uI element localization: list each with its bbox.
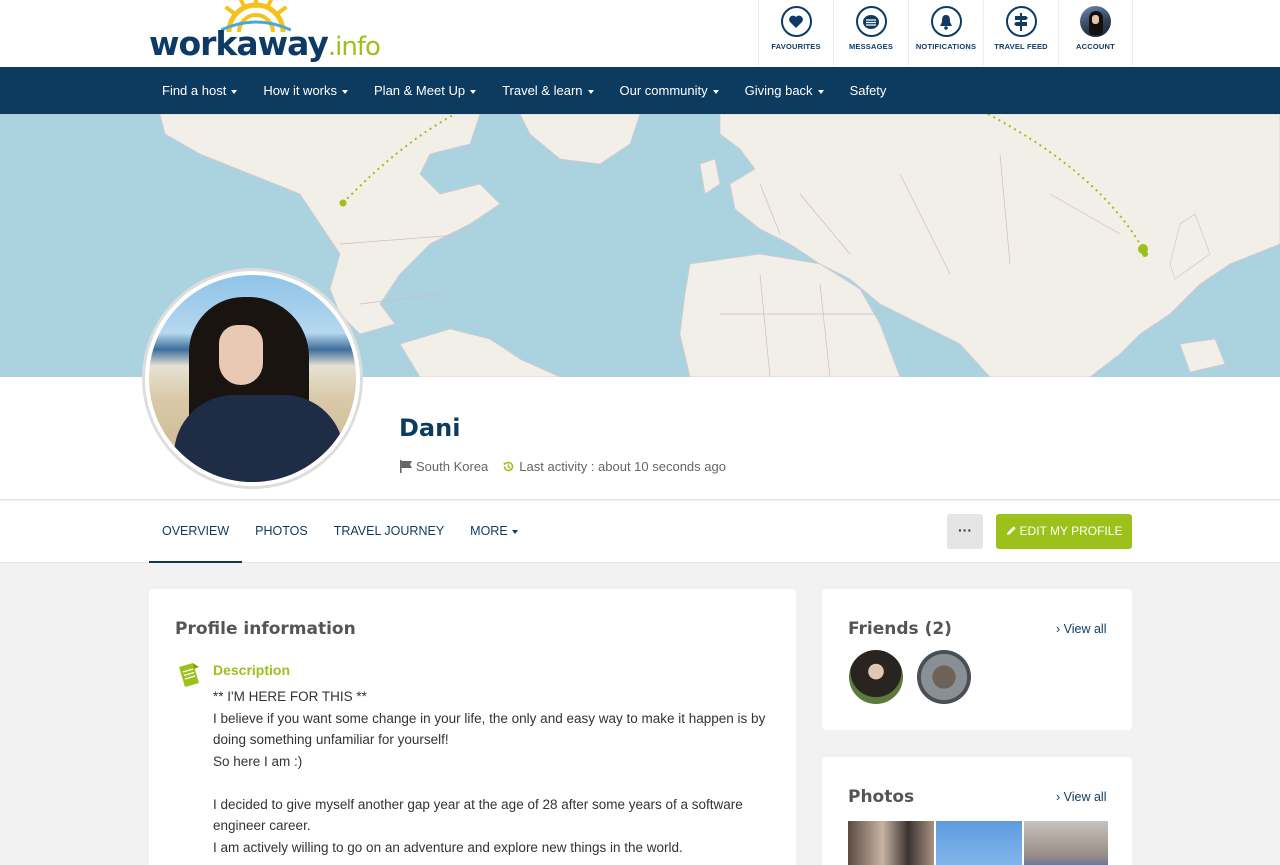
notifications-button[interactable]: NOTIFICATIONS [908, 0, 983, 66]
photo-thumbnail[interactable] [936, 821, 1022, 865]
description-text: ** I'M HERE FOR THIS ** I believe if you… [213, 686, 783, 858]
document-icon [179, 663, 199, 687]
tab-overview[interactable]: OVERVIEW [149, 501, 243, 563]
photo-thumbnail[interactable] [1024, 821, 1108, 865]
profile-country: South Korea [416, 459, 489, 474]
profile-avatar[interactable] [145, 271, 360, 486]
caret-down-icon [470, 89, 477, 94]
profile-meta: South Korea Last activity : about 10 sec… [400, 459, 726, 474]
profile-name: Dani [399, 414, 461, 442]
favourites-label: FAVOURITES [771, 42, 821, 51]
history-icon [503, 461, 514, 472]
top-header: workaway.info FAVOURITES MESSAGES NOTIFI… [0, 0, 1280, 67]
nav-plan-meet-up[interactable]: Plan & Meet Up [361, 67, 489, 114]
tab-photos[interactable]: PHOTOS [242, 501, 321, 563]
friends-card: Friends (2) › View all [822, 589, 1132, 730]
flag-icon [400, 460, 412, 473]
caret-down-icon [342, 89, 349, 94]
friends-title: Friends (2) [848, 619, 952, 639]
description-line [213, 772, 783, 794]
nav-find-a-host[interactable]: Find a host [149, 67, 250, 114]
edit-profile-button[interactable]: EDIT MY PROFILE [996, 514, 1132, 549]
friend-avatar[interactable] [917, 650, 971, 704]
caret-down-icon [231, 89, 238, 94]
workaway-logo[interactable]: workaway.info [149, 0, 381, 66]
bell-icon [940, 14, 952, 30]
travel-feed-button[interactable]: TRAVEL FEED [983, 0, 1058, 66]
description-line: I believe if you want some change in you… [213, 710, 766, 748]
notifications-label: NOTIFICATIONS [915, 42, 977, 51]
travel-feed-label: TRAVEL FEED [994, 42, 1048, 51]
more-options-button[interactable]: ··· [947, 514, 983, 549]
main-nav: Find a host How it works Plan & Meet Up … [0, 67, 1280, 114]
caret-down-icon [511, 529, 518, 534]
heart-icon [789, 15, 803, 28]
account-avatar [1080, 6, 1111, 37]
photos-card: Photos › View all [822, 757, 1132, 865]
account-label: ACCOUNT [1076, 42, 1115, 51]
description-line: I am actively willing to go on an advent… [213, 839, 683, 855]
signpost-icon [1014, 12, 1028, 31]
caret-down-icon [817, 89, 824, 94]
account-button[interactable]: ACCOUNT [1058, 0, 1133, 66]
description-line: I decided to give myself another gap yea… [213, 796, 743, 834]
profile-information-card: Profile information Description ** I'M H… [149, 589, 796, 865]
envelope-icon [863, 14, 879, 29]
caret-down-icon [712, 89, 719, 94]
nav-giving-back[interactable]: Giving back [732, 67, 837, 114]
friend-avatar[interactable] [849, 650, 903, 704]
profile-information-title: Profile information [175, 619, 356, 639]
nav-travel-learn[interactable]: Travel & learn [489, 67, 606, 114]
description-line: So here I am :) [213, 753, 303, 769]
description-title: Description [213, 662, 291, 678]
friends-view-all-link[interactable]: › View all [1056, 622, 1107, 636]
nav-our-community[interactable]: Our community [607, 67, 732, 114]
messages-label: MESSAGES [848, 42, 894, 51]
tab-more[interactable]: MORE [457, 501, 531, 563]
nav-safety[interactable]: Safety [837, 67, 900, 114]
photos-view-all-link[interactable]: › View all [1056, 790, 1107, 804]
logo-text: workaway.info [149, 24, 381, 63]
nav-how-it-works[interactable]: How it works [250, 67, 361, 114]
photos-title: Photos [848, 787, 915, 807]
caret-down-icon [587, 89, 594, 94]
pencil-icon [1006, 526, 1016, 535]
photo-thumbnail[interactable] [848, 821, 934, 865]
tab-travel-journey[interactable]: TRAVEL JOURNEY [321, 501, 457, 563]
favourites-button[interactable]: FAVOURITES [758, 0, 833, 66]
messages-button[interactable]: MESSAGES [833, 0, 908, 66]
last-activity: Last activity : about 10 seconds ago [519, 459, 726, 474]
description-line: ** I'M HERE FOR THIS ** [213, 689, 367, 704]
top-icon-bar: FAVOURITES MESSAGES NOTIFICATIONS TRAVEL… [758, 0, 1133, 66]
